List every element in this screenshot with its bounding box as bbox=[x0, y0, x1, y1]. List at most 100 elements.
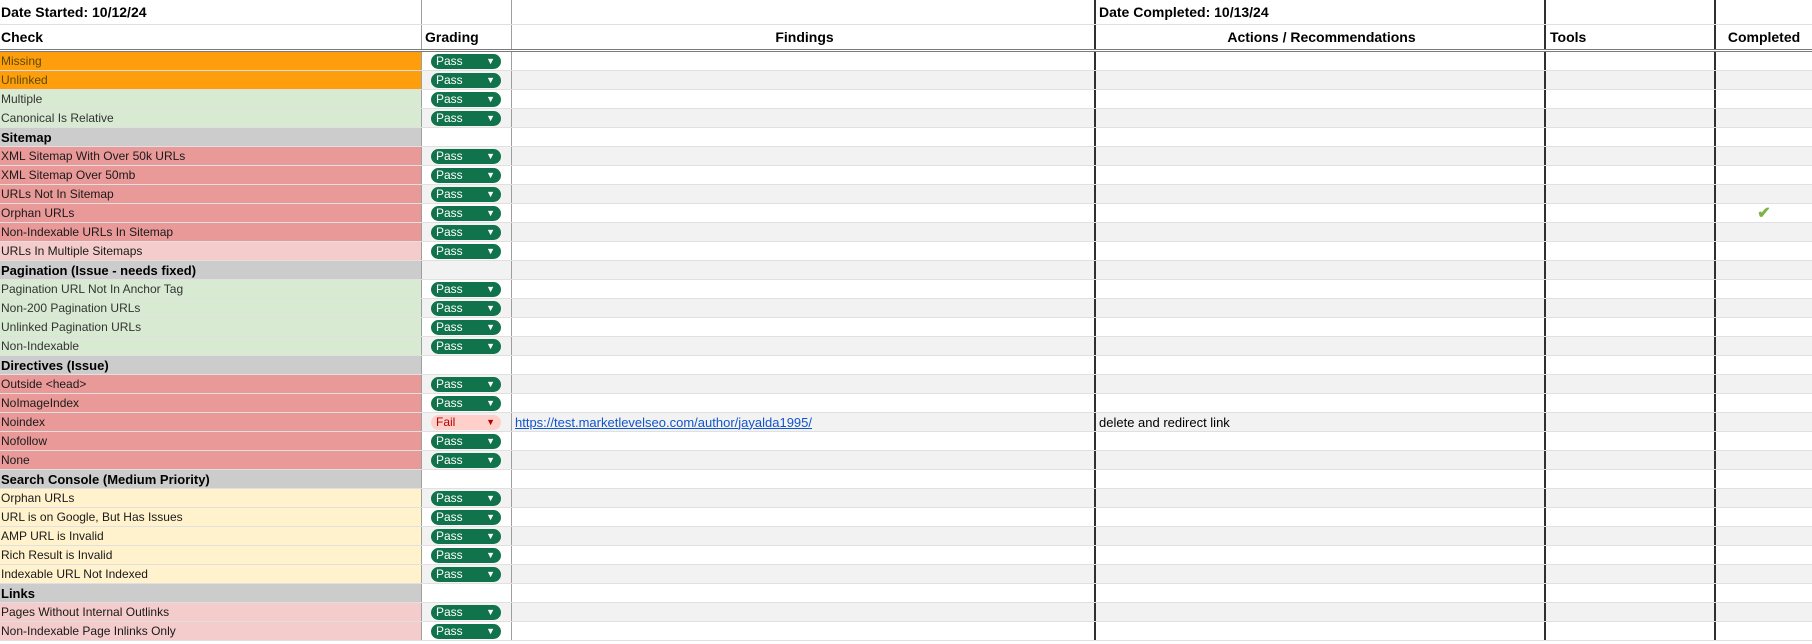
grading-cell[interactable]: Pass ▼ bbox=[422, 185, 512, 203]
finding-link[interactable]: https://test.marketlevelseo.com/author/j… bbox=[515, 415, 812, 430]
findings-cell[interactable] bbox=[512, 489, 1096, 507]
grading-cell[interactable]: Pass ▼ bbox=[422, 527, 512, 545]
empty-cell[interactable] bbox=[512, 0, 1096, 24]
findings-cell[interactable] bbox=[512, 451, 1096, 469]
findings-cell[interactable] bbox=[512, 603, 1096, 621]
tools-cell[interactable] bbox=[1546, 242, 1716, 260]
findings-cell[interactable] bbox=[512, 432, 1096, 450]
completed-cell[interactable] bbox=[1716, 565, 1812, 583]
grading-cell[interactable]: Pass ▼ bbox=[422, 622, 512, 640]
completed-cell[interactable] bbox=[1716, 375, 1812, 393]
tools-cell[interactable] bbox=[1546, 128, 1716, 146]
date-started-cell[interactable]: Date Started: 10/12/24 bbox=[0, 0, 422, 24]
findings-cell[interactable] bbox=[512, 128, 1096, 146]
grading-cell[interactable] bbox=[422, 584, 512, 602]
findings-cell[interactable] bbox=[512, 109, 1096, 127]
check-cell[interactable]: Noindex bbox=[0, 413, 422, 431]
check-cell[interactable]: Unlinked bbox=[0, 71, 422, 89]
completed-cell[interactable] bbox=[1716, 603, 1812, 621]
actions-cell[interactable] bbox=[1096, 280, 1546, 298]
grade-dropdown[interactable]: Pass ▼ bbox=[431, 433, 501, 449]
completed-cell[interactable] bbox=[1716, 470, 1812, 488]
tools-cell[interactable] bbox=[1546, 375, 1716, 393]
actions-cell[interactable] bbox=[1096, 622, 1546, 640]
grading-cell[interactable]: Pass ▼ bbox=[422, 337, 512, 355]
completed-cell[interactable] bbox=[1716, 147, 1812, 165]
dropdown-arrow-icon[interactable]: ▼ bbox=[486, 113, 495, 123]
section-title[interactable]: Directives (Issue) bbox=[0, 356, 422, 374]
completed-cell[interactable] bbox=[1716, 90, 1812, 108]
dropdown-arrow-icon[interactable]: ▼ bbox=[486, 303, 495, 313]
tools-cell[interactable] bbox=[1546, 356, 1716, 374]
findings-cell[interactable] bbox=[512, 261, 1096, 279]
findings-cell[interactable] bbox=[512, 147, 1096, 165]
grade-dropdown[interactable]: Pass ▼ bbox=[431, 452, 501, 468]
grade-dropdown[interactable]: Pass ▼ bbox=[431, 300, 501, 316]
grading-cell[interactable]: Pass ▼ bbox=[422, 299, 512, 317]
tools-cell[interactable] bbox=[1546, 603, 1716, 621]
section-title[interactable]: Links bbox=[0, 584, 422, 602]
completed-cell[interactable] bbox=[1716, 109, 1812, 127]
grade-dropdown[interactable]: Pass ▼ bbox=[431, 623, 501, 639]
actions-cell[interactable] bbox=[1096, 71, 1546, 89]
grade-dropdown[interactable]: Pass ▼ bbox=[431, 186, 501, 202]
actions-cell[interactable] bbox=[1096, 318, 1546, 336]
grading-cell[interactable]: Fail ▼ bbox=[422, 413, 512, 431]
header-findings[interactable]: Findings bbox=[512, 25, 1096, 49]
grading-cell[interactable]: Pass ▼ bbox=[422, 90, 512, 108]
tools-cell[interactable] bbox=[1546, 622, 1716, 640]
actions-cell[interactable] bbox=[1096, 356, 1546, 374]
grade-dropdown[interactable]: Pass ▼ bbox=[431, 528, 501, 544]
dropdown-arrow-icon[interactable]: ▼ bbox=[486, 569, 495, 579]
check-cell[interactable]: Missing bbox=[0, 52, 422, 70]
completed-cell[interactable] bbox=[1716, 584, 1812, 602]
tools-cell[interactable] bbox=[1546, 337, 1716, 355]
actions-cell[interactable] bbox=[1096, 242, 1546, 260]
tools-cell[interactable] bbox=[1546, 451, 1716, 469]
completed-cell[interactable] bbox=[1716, 261, 1812, 279]
tools-cell[interactable] bbox=[1546, 166, 1716, 184]
actions-cell[interactable] bbox=[1096, 337, 1546, 355]
section-title[interactable]: Search Console (Medium Priority) bbox=[0, 470, 422, 488]
findings-cell[interactable] bbox=[512, 546, 1096, 564]
dropdown-arrow-icon[interactable]: ▼ bbox=[486, 322, 495, 332]
check-cell[interactable]: Orphan URLs bbox=[0, 489, 422, 507]
actions-cell[interactable] bbox=[1096, 185, 1546, 203]
findings-cell[interactable] bbox=[512, 527, 1096, 545]
completed-cell[interactable] bbox=[1716, 318, 1812, 336]
grade-dropdown[interactable]: Pass ▼ bbox=[431, 205, 501, 221]
completed-cell[interactable] bbox=[1716, 622, 1812, 640]
actions-cell[interactable] bbox=[1096, 546, 1546, 564]
findings-cell[interactable] bbox=[512, 185, 1096, 203]
completed-cell[interactable] bbox=[1716, 546, 1812, 564]
tools-cell[interactable] bbox=[1546, 565, 1716, 583]
tools-cell[interactable] bbox=[1546, 280, 1716, 298]
grading-cell[interactable]: Pass ▼ bbox=[422, 147, 512, 165]
dropdown-arrow-icon[interactable]: ▼ bbox=[486, 455, 495, 465]
findings-cell[interactable] bbox=[512, 318, 1096, 336]
tools-cell[interactable] bbox=[1546, 90, 1716, 108]
findings-cell[interactable] bbox=[512, 223, 1096, 241]
grading-cell[interactable] bbox=[422, 261, 512, 279]
grading-cell[interactable]: Pass ▼ bbox=[422, 489, 512, 507]
grade-dropdown[interactable]: Fail ▼ bbox=[431, 414, 501, 430]
grade-dropdown[interactable]: Pass ▼ bbox=[431, 566, 501, 582]
findings-cell[interactable] bbox=[512, 52, 1096, 70]
actions-cell[interactable] bbox=[1096, 527, 1546, 545]
actions-cell[interactable] bbox=[1096, 451, 1546, 469]
check-cell[interactable]: Canonical Is Relative bbox=[0, 109, 422, 127]
actions-cell[interactable] bbox=[1096, 299, 1546, 317]
check-cell[interactable]: Non-Indexable Page Inlinks Only bbox=[0, 622, 422, 640]
check-cell[interactable]: Non-Indexable URLs In Sitemap bbox=[0, 223, 422, 241]
dropdown-arrow-icon[interactable]: ▼ bbox=[486, 227, 495, 237]
grade-dropdown[interactable]: Pass ▼ bbox=[431, 490, 501, 506]
actions-cell[interactable] bbox=[1096, 394, 1546, 412]
actions-cell[interactable] bbox=[1096, 489, 1546, 507]
actions-cell[interactable] bbox=[1096, 432, 1546, 450]
dropdown-arrow-icon[interactable]: ▼ bbox=[486, 208, 495, 218]
dropdown-arrow-icon[interactable]: ▼ bbox=[486, 284, 495, 294]
grade-dropdown[interactable]: Pass ▼ bbox=[431, 604, 501, 620]
actions-cell[interactable] bbox=[1096, 52, 1546, 70]
completed-cell[interactable] bbox=[1716, 527, 1812, 545]
grading-cell[interactable]: Pass ▼ bbox=[422, 166, 512, 184]
